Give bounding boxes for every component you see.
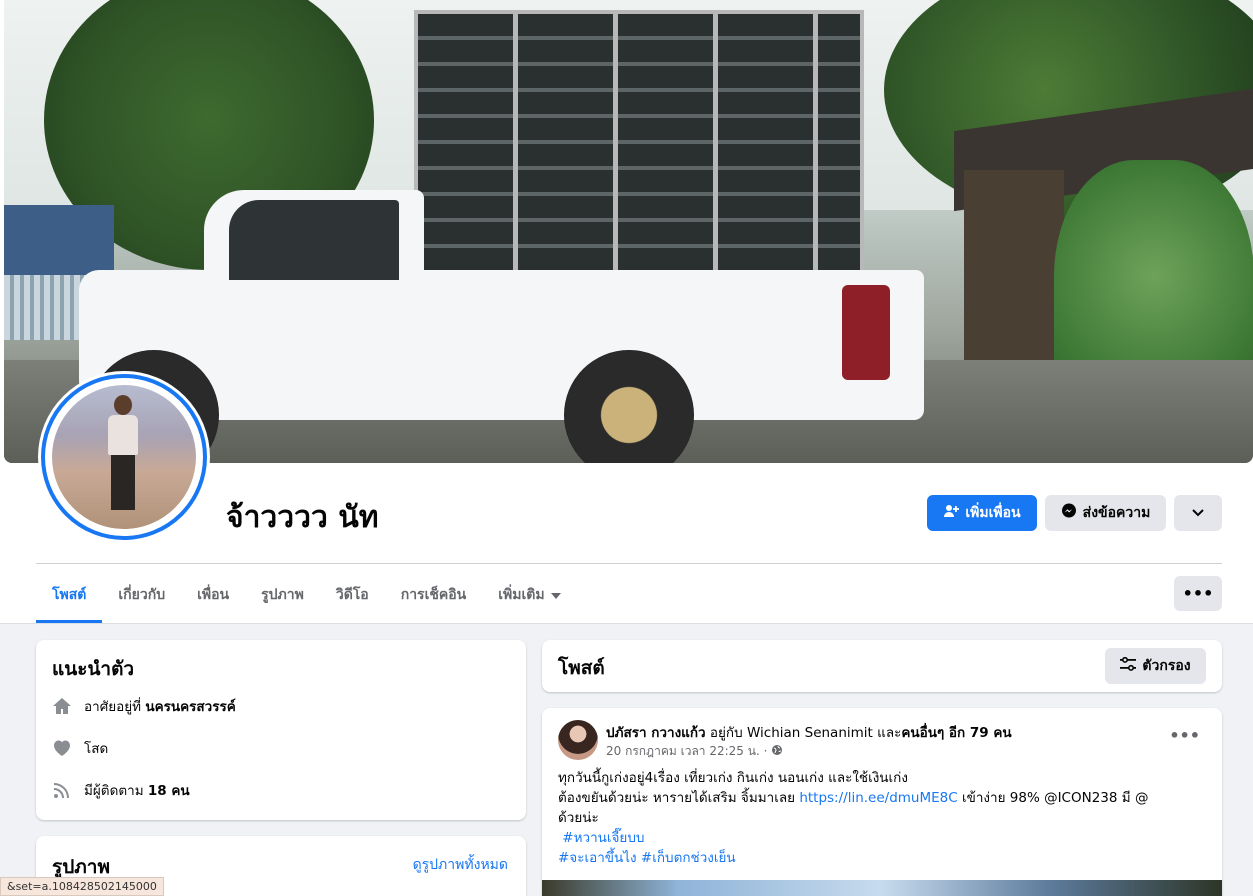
avatar-shirt	[108, 415, 138, 455]
browser-status-bar: &set=a.108428502145000	[0, 877, 164, 896]
profile-more-button[interactable]	[1174, 495, 1222, 531]
post-options-button[interactable]: •••	[1169, 726, 1200, 745]
intro-followers-text: มีผู้ติดตาม 18 คน	[84, 779, 190, 801]
tab-label: เพื่อน	[197, 586, 230, 603]
tab-more[interactable]: เพิ่มเติม	[482, 566, 576, 623]
chevron-down-icon	[1192, 505, 1204, 521]
post-image[interactable]	[542, 880, 1222, 896]
messenger-icon	[1061, 503, 1077, 523]
tab-label: เกี่ยวกับ	[118, 586, 166, 603]
globe-icon	[771, 744, 783, 759]
intro-followers-prefix: มีผู้ติดตาม	[84, 783, 148, 799]
hashtag-link[interactable]: #จะเอาขึ้นไง	[558, 850, 637, 866]
post-text-line: ด้วยน่ะ	[558, 810, 599, 826]
cover-truck-taillight	[842, 285, 890, 380]
intro-title: แนะนำตัว	[52, 658, 135, 680]
posts-header-card: โพสต์ ตัวกรอง	[542, 640, 1222, 692]
post-text-segment: เข้าง่าย 98% @ICON238 มี @	[957, 790, 1149, 806]
intro-card: แนะนำตัว อาศัยอยู่ที่ นครนครสวรรค์ โสด ม…	[36, 640, 526, 820]
add-friend-label: เพิ่มเพื่อน	[965, 505, 1021, 521]
tab-about[interactable]: เกี่ยวกับ	[102, 566, 181, 623]
post-author-name[interactable]: ปภัสรา กวางแก้ว	[606, 725, 706, 741]
post-link[interactable]: https://lin.ee/dmuME8C	[799, 790, 957, 806]
avatar-person	[106, 395, 140, 515]
caret-down-icon	[550, 587, 561, 603]
post-and-text: และ	[872, 725, 902, 741]
tab-videos[interactable]: วิดีโอ	[320, 566, 385, 623]
tab-friends[interactable]: เพื่อน	[181, 566, 245, 623]
post-text-line: ทุกวันนี้กูเก่งอยู่4เรื่อง เที่ยวเก่ง กิ…	[558, 770, 908, 786]
intro-lives-in: อาศัยอยู่ที่ นครนครสวรรค์	[52, 695, 236, 717]
tab-posts[interactable]: โพสต์	[36, 566, 103, 623]
tab-label: การเช็คอิน	[400, 586, 467, 603]
hashtag-link[interactable]: #เก็บตกช่วงเย็น	[641, 850, 736, 866]
post-author-line: ปภัสรา กวางแก้ว อยู่กับ Wichian Senanimi…	[606, 721, 1012, 743]
home-icon	[52, 696, 72, 716]
intro-followers-count[interactable]: 18 คน	[148, 783, 190, 799]
tab-label: รูปภาพ	[261, 586, 304, 603]
header-divider	[36, 563, 1222, 564]
post-body: ทุกวันนี้กูเก่งอยู่4เรื่อง เที่ยวเก่ง กิ…	[558, 768, 1198, 868]
post-with-text: อยู่กับ	[705, 725, 747, 741]
intro-lives-place[interactable]: นครนครสวรรค์	[145, 699, 235, 715]
tabs-overflow-button[interactable]: •••	[1174, 576, 1222, 611]
posts-title: โพสต์	[558, 657, 605, 679]
post-card: ปภัสรา กวางแก้ว อยู่กับ Wichian Senanimi…	[542, 708, 1222, 896]
tab-photos[interactable]: รูปภาพ	[245, 566, 320, 623]
avatar-story-ring	[41, 374, 207, 540]
post-meta: 20 กรกฎาคม เวลา 22:25 น. ·	[606, 742, 783, 761]
post-timestamp[interactable]: 20 กรกฎาคม เวลา 22:25 น. ·	[606, 742, 767, 761]
send-message-label: ส่งข้อความ	[1082, 505, 1151, 521]
profile-tabs: โพสต์ เกี่ยวกับ เพื่อน รูปภาพ วิดีโอ การ…	[36, 566, 577, 623]
post-tagged-others[interactable]: คนอื่นๆ อีก 79 คน	[901, 725, 1011, 741]
avatar-head	[114, 395, 132, 415]
post-text-segment: ต้องขยันด้วยน่ะ หารายได้เสริม จิ้มมาเลย	[558, 790, 800, 806]
see-all-photos-link[interactable]: ดูรูปภาพทั้งหมด	[413, 854, 508, 876]
cover-truck-window	[229, 200, 399, 280]
filter-label: ตัวกรอง	[1142, 658, 1191, 674]
cover-house	[4, 205, 114, 275]
tab-label: เพิ่มเติม	[498, 586, 545, 603]
post-author-avatar[interactable]	[558, 720, 598, 760]
rss-icon	[52, 780, 72, 800]
more-dots-icon: •••	[1182, 584, 1214, 603]
post-hashtag-line: #จะเอาขึ้นไง #เก็บตกช่วงเย็น	[558, 848, 1198, 868]
tab-label: วิดีโอ	[335, 586, 369, 603]
send-message-button[interactable]: ส่งข้อความ	[1045, 495, 1166, 531]
intro-lives-prefix: อาศัยอยู่ที่	[84, 699, 146, 715]
profile-avatar[interactable]	[38, 371, 210, 543]
intro-followers: มีผู้ติดตาม 18 คน	[52, 779, 190, 801]
cover-photo[interactable]	[4, 0, 1253, 463]
post-tagged-person[interactable]: Wichian Senanimit	[747, 725, 873, 741]
avatar-pants	[111, 455, 135, 510]
profile-name: จ้าวววว นัท	[226, 500, 379, 535]
post-text-line: ต้องขยันด้วยน่ะ หารายได้เสริม จิ้มมาเลย …	[558, 788, 1198, 808]
heart-icon	[52, 738, 72, 758]
add-friend-button[interactable]: เพิ่มเพื่อน	[927, 495, 1037, 531]
avatar-image	[52, 385, 196, 529]
intro-lives-text: อาศัยอยู่ที่ นครนครสวรรค์	[84, 695, 236, 717]
intro-relationship: โสด	[52, 737, 108, 759]
filter-icon	[1120, 656, 1137, 675]
post-hashtag-line: #หวานเจี๊ยบบ	[558, 828, 1198, 848]
intro-relationship-text: โสด	[84, 741, 109, 757]
add-friend-icon	[943, 503, 960, 523]
tab-label: โพสต์	[52, 586, 87, 603]
filter-button[interactable]: ตัวกรอง	[1105, 648, 1206, 684]
tab-checkins[interactable]: การเช็คอิน	[385, 566, 483, 623]
hashtag-link[interactable]: #หวานเจี๊ยบบ	[562, 830, 644, 846]
cover-truck-cage	[414, 10, 864, 280]
